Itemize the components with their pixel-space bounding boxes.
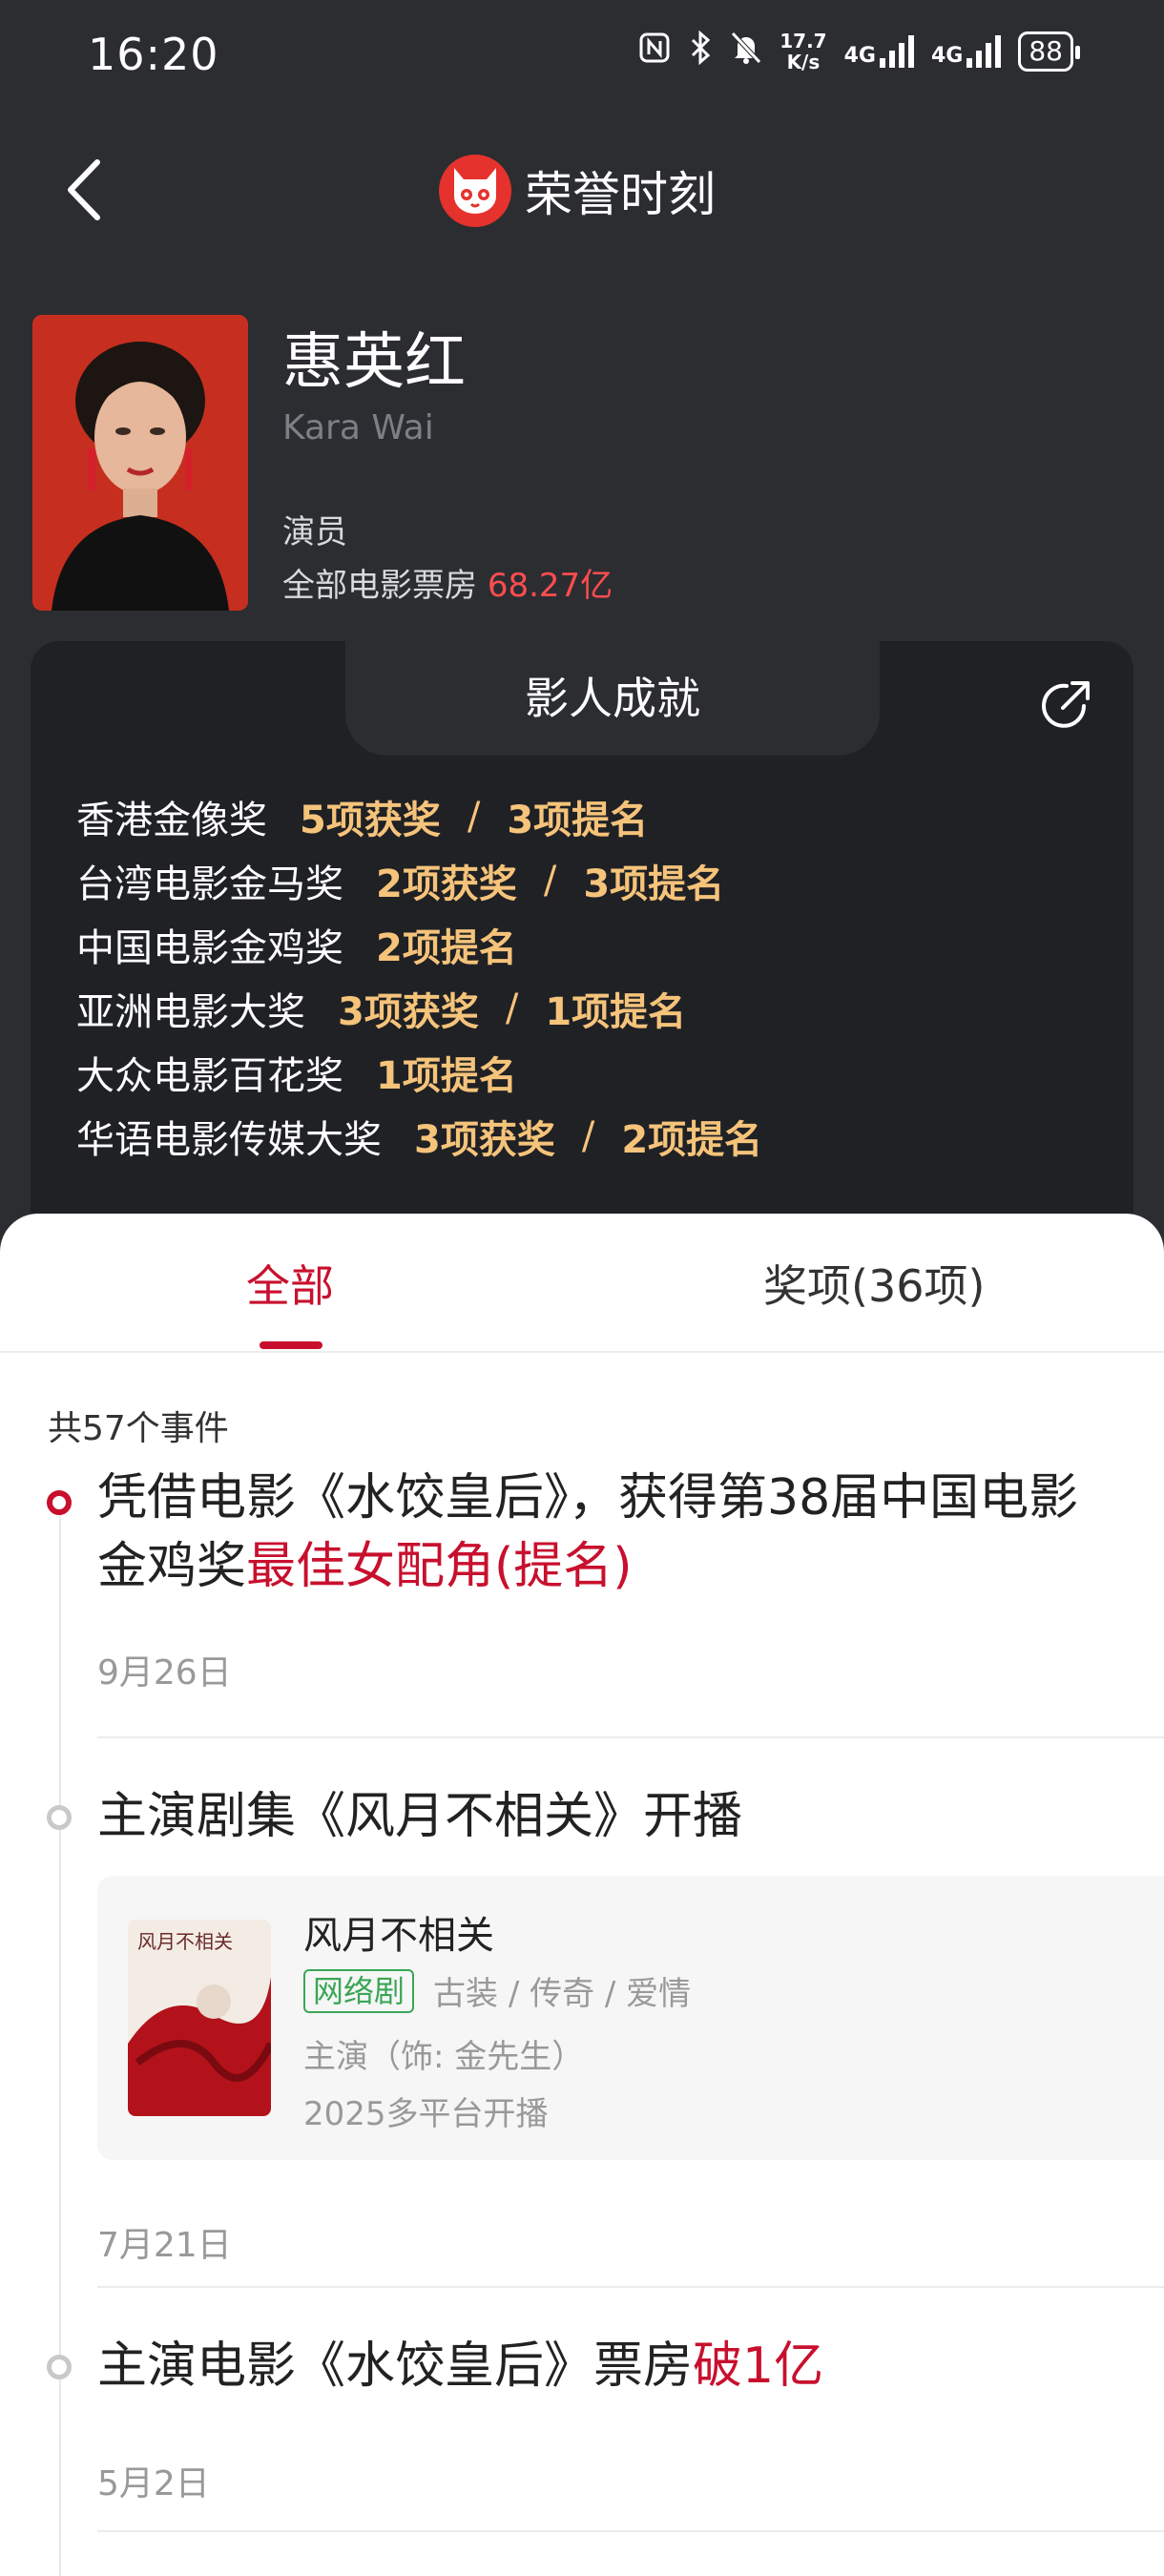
signal-2-label: 4G [930,44,964,68]
events-sheet: 全部 奖项(36项) 共57个事件 凭借电影《水饺皇后》，获得第38届中国电影金… [0,1214,1164,2576]
timeline-line [59,1500,61,2576]
event-title-text: 主演电影《水饺皇后》票房 [97,2337,694,2395]
timeline-dot [47,2355,72,2379]
back-button[interactable] [59,156,116,223]
achievement-separator: / [467,794,481,839]
achievement-nominations: 2项提名 [621,1117,763,1162]
timeline-dot-active [47,1490,72,1515]
achievement-row: 亚洲电影大奖 3项获奖 / 1项提名 [76,976,762,1040]
achievement-award-name: 中国电影金鸡奖 [76,925,343,970]
achievement-nominations: 1项提名 [545,989,687,1034]
achievement-award-name: 亚洲电影大奖 [76,989,305,1034]
cat-logo-icon [439,155,511,227]
achievement-row: 台湾电影金马奖 2项获奖 / 3项提名 [76,848,762,912]
achievement-row: 大众电影百花奖 1项提名 [76,1040,762,1104]
achievement-nominations: 1项提名 [376,1053,517,1098]
nav-bar: 荣誉时刻 [0,143,1164,239]
achievement-wins: 2项获奖 [376,862,517,906]
achievement-separator: / [581,1113,595,1158]
event-title-highlight: 最佳女配角(提名) [246,1538,633,1595]
drama-type-badge: 网络剧 [303,1968,415,2013]
achievement-row: 香港金像奖 5项获奖 / 3项提名 [76,784,762,848]
box-office-label: 全部电影票房 [282,567,477,605]
achievements-panel: 影人成就 香港金像奖 5项获奖/3项提名 台湾电影金马奖 2项获奖/3项提名 中国电影金… [31,641,1133,1252]
bluetooth-icon [688,30,713,73]
nav-title: 荣誉时刻 [525,167,716,222]
avatar [32,315,248,611]
drama-poster: 风月不相关 [128,1920,271,2116]
signal-2: 4G [930,35,1002,68]
drama-tags: 网络剧 古装 / 传奇 / 爱情 [303,1967,691,2014]
achievement-wins: 3项获奖 [414,1117,555,1162]
achievements-title: 影人成就 [525,673,700,724]
timeline-dot [47,1805,72,1830]
divider [97,2286,1164,2288]
events-count: 共57个事件 [48,1409,229,1448]
signal-bars-icon [879,35,914,68]
box-office-value: 68.27亿 [487,567,613,605]
achievement-wins: 3项获奖 [338,989,479,1034]
event-date: 5月2日 [97,2464,210,2503]
achievement-nominations: 3项提名 [583,862,725,906]
nav-brand: 荣誉时刻 [439,155,716,227]
drama-role: 主演（饰: 金先生） [303,2038,585,2076]
status-bar: 16:20 17.7 K/s 4G 4G 88 [0,0,1164,114]
tab-bar: 全部 奖项(36项) [0,1214,1164,1353]
tab-awards[interactable]: 奖项(36项) [763,1252,985,1315]
achievement-award-name: 香港金像奖 [76,798,267,842]
achievement-award-name: 华语电影传媒大奖 [76,1117,382,1162]
drama-card[interactable]: 风月不相关 风月不相关 网络剧 古装 / 传奇 / 爱情 主演（饰: 金先生） … [97,1876,1164,2160]
event-title-text: 主演剧集《风月不相关》开播 [97,1788,743,1845]
event-title[interactable]: 主演电影《水饺皇后》票房破1亿 [97,2332,823,2400]
poster-title-text: 风月不相关 [137,1930,233,1953]
actor-role: 演员 [282,513,347,551]
achievement-row: 中国电影金鸡奖 2项提名 [76,912,762,976]
event-title-highlight: 破1亿 [693,2337,824,2395]
achievement-nominations: 3项提名 [507,798,649,842]
box-office: 全部电影票房 68.27亿 [282,559,613,606]
achievement-separator: / [543,858,557,903]
drama-genres: 古装 / 传奇 / 爱情 [433,1975,692,2013]
status-icons: 17.7 K/s 4G 4G 88 [638,30,1080,73]
actor-english-name: Kara Wai [282,408,434,447]
achievement-separator: / [505,986,519,1030]
tab-all[interactable]: 全部 [246,1252,334,1315]
achievement-row: 华语电影传媒大奖 3项获奖 / 2项提名 [76,1104,762,1168]
event-title[interactable]: 主演剧集《风月不相关》开播 [97,1782,742,1851]
achievement-award-name: 大众电影百花奖 [76,1053,343,1098]
achievement-wins: 5项获奖 [300,798,441,842]
nfc-icon [638,31,671,72]
share-icon [1042,681,1090,728]
drama-release: 2025多平台开播 [303,2095,549,2133]
actor-name: 惠英红 [282,327,466,398]
event-date: 9月26日 [97,1653,232,1693]
page: 16:20 17.7 K/s 4G 4G 88 荣誉时刻 惠英红 Kara Wa… [0,0,1164,2576]
mute-bell-icon [730,31,762,73]
signal-bars-icon [967,35,1002,68]
active-tab-indicator [260,1341,322,1349]
signal-1: 4G [844,35,914,68]
network-speed: 17.7 K/s [779,30,827,73]
battery-indicator: 88 [1018,31,1080,72]
drama-title: 风月不相关 [303,1914,494,1958]
event-date: 7月21日 [97,2226,232,2265]
achievement-nominations: 2项提名 [376,925,517,970]
event-title[interactable]: 凭借电影《水饺皇后》，获得第38届中国电影金鸡奖最佳女配角(提名) [97,1464,1128,1601]
share-button[interactable] [1038,677,1093,733]
status-time: 16:20 [88,29,219,80]
divider [97,2530,1164,2532]
chevron-left-icon [68,159,100,220]
achievements-list: 香港金像奖 5项获奖/3项提名 台湾电影金马奖 2项获奖/3项提名 中国电影金鸡奖 2项提… [76,784,762,1168]
achievement-award-name: 台湾电影金马奖 [76,862,343,906]
signal-1-label: 4G [843,44,876,68]
divider [97,1736,1164,1738]
